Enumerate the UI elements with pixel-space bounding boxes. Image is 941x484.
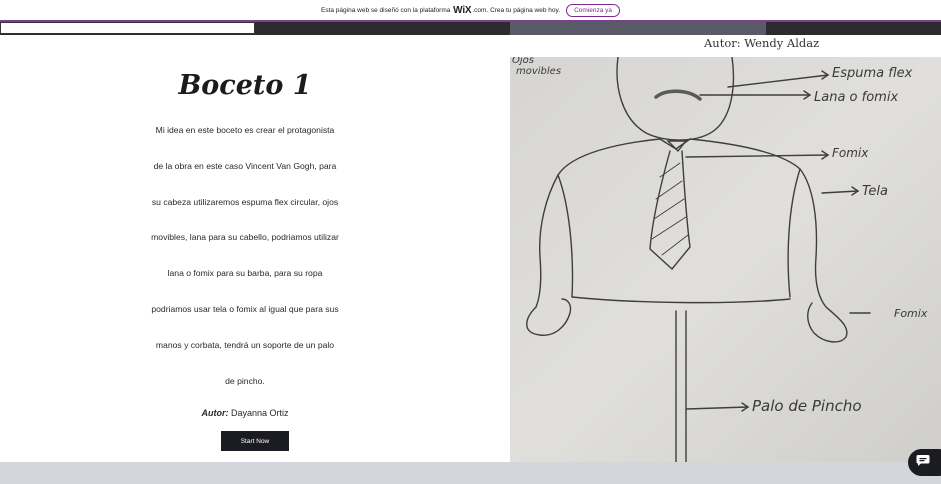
description-line: lana o fomix para su barba, para su ropa [167,268,323,279]
description-line: Mi idea en este boceto es crear el prota… [155,125,335,135]
chat-button[interactable] [908,449,941,476]
author-credit: Autor: Dayanna Ortiz [100,408,390,418]
description-line: manos y corbata, tendrá un soporte de un… [155,339,335,350]
start-now-button[interactable]: Start Now [221,431,289,451]
top-nav-strip [0,22,941,35]
sketch-image: Ojos movibles Espuma flex Lana o fomix F… [510,57,941,462]
wix-logo[interactable]: WiX [453,5,471,16]
author-name: Dayanna Ortiz [228,408,289,418]
description: Mi idea en este boceto es crear el prota… [100,114,390,400]
nav-segment-dark [510,22,766,35]
page-title: Boceto 1 [178,70,312,101]
footer-band [0,462,941,484]
description-line: podriamos usar tela o fomix al igual que… [151,303,339,314]
label-palo-pincho: Palo de Pincho [752,397,862,415]
author-label: Autor: [201,408,229,418]
sketch-drawing: Ojos movibles Espuma flex Lana o fomix F… [510,57,941,462]
description-line: su cabeza utilizaremos espuma flex circu… [151,196,339,207]
comienza-ya-button[interactable]: Comienza ya [566,3,620,17]
description-line: de pincho. [225,375,265,386]
label-espuma-flex: Espuma flex [832,66,913,81]
wix-promo-banner: Esta página web se diseñó con la platafo… [0,0,941,22]
label-movibles: movibles [516,66,561,77]
label-tela: Tela [862,184,888,199]
description-line: movibles, lana para su cabello, podriamo… [151,232,339,243]
chat-bubble-icon [916,454,930,472]
label-ojos: Ojos [512,57,534,66]
label-fomix-hands: Fomix [894,307,928,320]
banner-text-after: .com. Crea tu página web hoy. [472,6,561,14]
nav-segment [0,22,255,34]
label-fomix-tie: Fomix [832,146,869,160]
sketch-author: Autor: Wendy Aldaz [704,36,820,50]
banner-text: Esta página web se diseñó con la platafo… [321,6,451,14]
label-lana-fomix: Lana o fomix [814,90,898,105]
description-line: de la obra en este caso Vincent Van Gogh… [153,160,337,171]
